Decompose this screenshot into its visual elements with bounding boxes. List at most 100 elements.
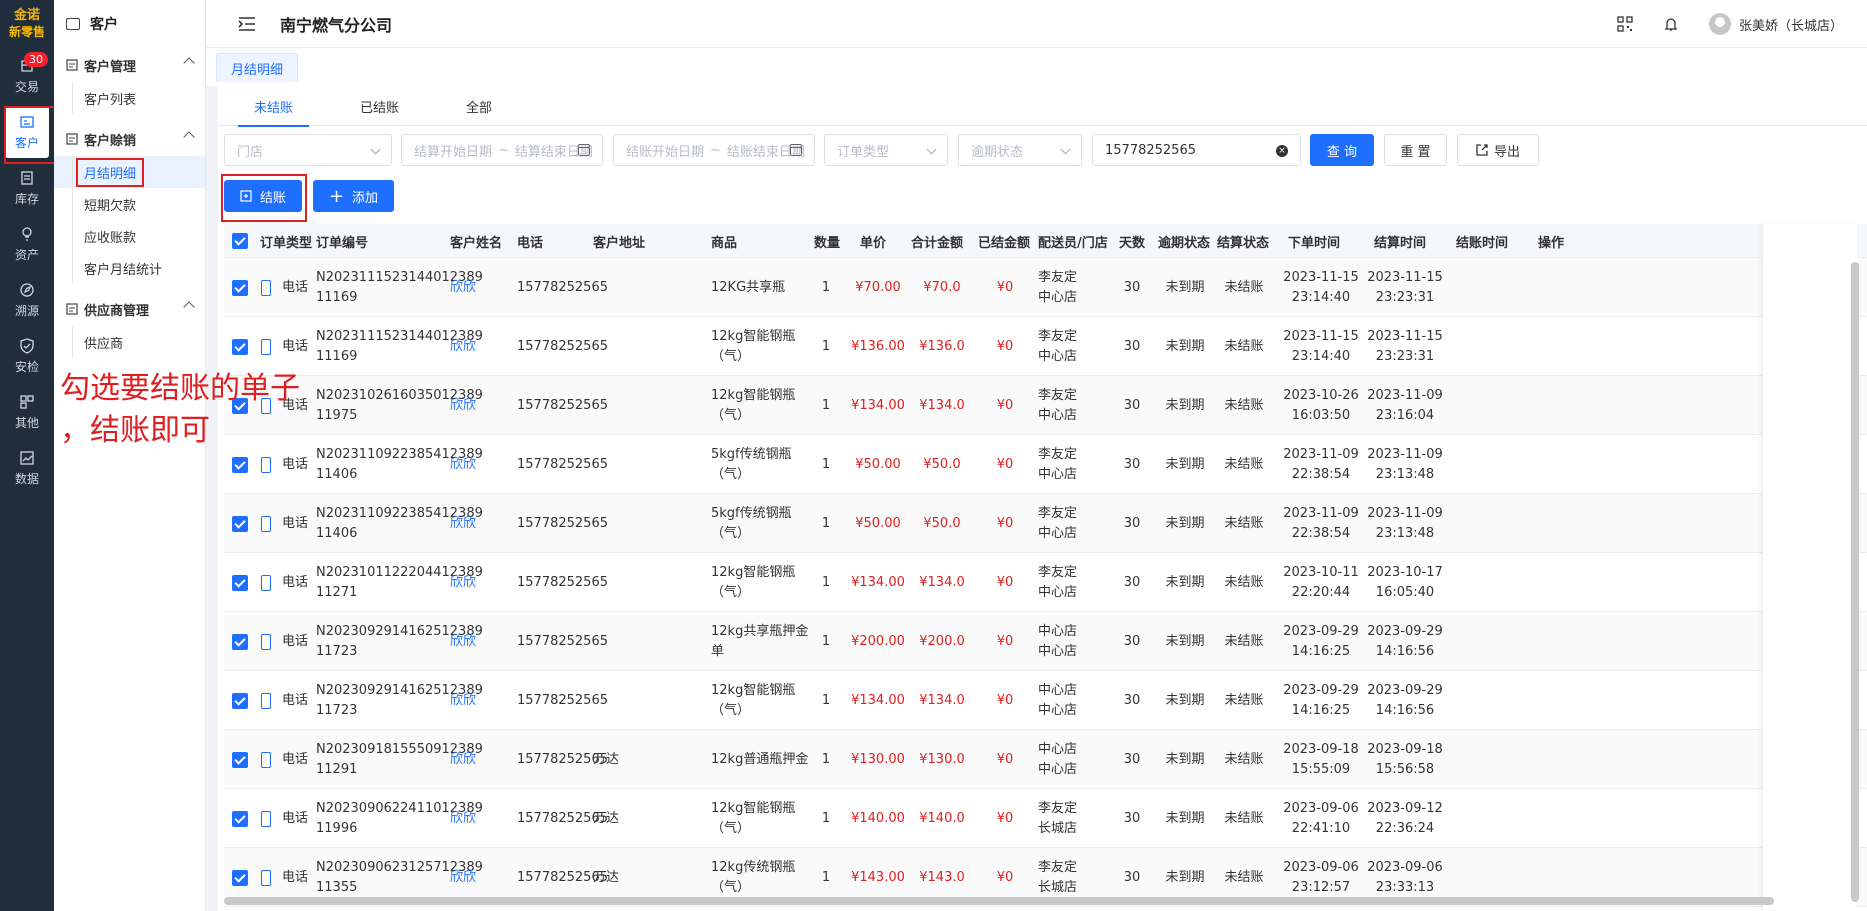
- customer-name-link[interactable]: 欣欣: [450, 789, 476, 848]
- rail-item-inventory[interactable]: 库存: [0, 160, 54, 216]
- goods: 12kg共享瓶押金单: [711, 612, 811, 671]
- settle-time: 2023-09-29 14:16:56: [1364, 671, 1446, 730]
- tag-monthly-detail[interactable]: 月结明细: [216, 53, 299, 82]
- table-row[interactable]: 电话 N2023111523144012389 11169 欣欣 15778252…: [224, 317, 1867, 376]
- row-checkbox[interactable]: [232, 494, 248, 553]
- row-checkbox[interactable]: [232, 612, 248, 671]
- query-button[interactable]: 查 询: [1310, 134, 1374, 166]
- close-date-range[interactable]: 结账开始日期 ~ 结账结束日期: [613, 134, 815, 166]
- staff-store: 李友定 中心店: [1038, 376, 1077, 435]
- order-type-select[interactable]: 订单类型: [824, 134, 948, 166]
- menu-group-label: 客户赊销: [84, 133, 137, 149]
- table-row[interactable]: 电话 N2023111523144012389 11169 欣欣 15778252…: [224, 258, 1867, 317]
- row-checkbox[interactable]: [232, 671, 248, 730]
- table-row[interactable]: 电话 N2023092914162512389 11723 欣欣 15778252…: [224, 612, 1867, 671]
- submenu-item[interactable]: 供应商: [54, 326, 205, 358]
- customer-phone: 15778252565: [517, 397, 608, 413]
- order-number-part2: 11406: [316, 525, 358, 541]
- customer-name-link[interactable]: 欣欣: [450, 730, 476, 789]
- annotation-line1: 勾选要结账的单子: [60, 371, 300, 406]
- unit-price: ¥134.00: [851, 692, 905, 708]
- order-type: 电话: [282, 692, 309, 708]
- submenu-item[interactable]: 应收账款: [54, 220, 205, 252]
- tab-unsettled[interactable]: 未结账: [237, 86, 310, 127]
- tab-all[interactable]: 全部: [466, 86, 492, 126]
- collapse-menu-icon[interactable]: [238, 16, 256, 31]
- rail-item-other[interactable]: 其他: [0, 384, 54, 440]
- customer-name-link[interactable]: 欣欣: [450, 376, 476, 435]
- qrcode-icon[interactable]: [1617, 16, 1633, 32]
- row-checkbox[interactable]: [232, 789, 248, 848]
- row-checkbox[interactable]: [232, 553, 248, 612]
- submenu-item[interactable]: 客户月结统计: [54, 252, 205, 284]
- staff-store: 李友定 长城店: [1038, 789, 1077, 848]
- horizontal-scrollbar[interactable]: [224, 897, 1774, 905]
- goods-line1: 12kg普通瓶押金: [711, 751, 809, 767]
- row-checkbox[interactable]: [232, 730, 248, 789]
- goods-line1: 12kg智能钢瓶: [711, 682, 796, 698]
- select-all-checkbox[interactable]: [232, 224, 248, 258]
- reset-button[interactable]: 重 置: [1384, 134, 1447, 166]
- vertical-scrollbar[interactable]: [1851, 262, 1859, 902]
- rail-item-trade[interactable]: 交易 30: [0, 48, 54, 104]
- supplier-icon: [66, 303, 78, 315]
- store-select[interactable]: 门店: [224, 134, 392, 166]
- avatar[interactable]: [1708, 13, 1731, 35]
- settle-time: 2023-11-09 23:16:04: [1364, 376, 1446, 435]
- rail-item-data[interactable]: 数据: [0, 440, 54, 496]
- overdue-status: 未到期: [1165, 279, 1205, 295]
- table-row[interactable]: 电话 N2023101122204412389 11271 欣欣 15778252…: [224, 553, 1867, 612]
- table-row[interactable]: 电话 N2023092914162512389 11723 欣欣 15778252…: [224, 671, 1867, 730]
- tab-settled[interactable]: 已结账: [360, 86, 399, 126]
- submenu-item[interactable]: 客户列表: [54, 82, 205, 114]
- bell-icon[interactable]: [1663, 16, 1679, 32]
- customer-name-link[interactable]: 欣欣: [450, 553, 476, 612]
- row-checkbox[interactable]: [232, 258, 248, 317]
- menu-group-0[interactable]: 客户管理: [54, 48, 205, 82]
- overdue-status: 未到期: [1165, 751, 1205, 767]
- user-name[interactable]: 张美娇（长城店）: [1739, 15, 1843, 34]
- table-row[interactable]: 电话 N2023102616035012389 11975 欣欣 15778252…: [224, 376, 1867, 435]
- phone-search-input[interactable]: 15778252565 ×: [1092, 134, 1301, 166]
- customer-name-link[interactable]: 欣欣: [450, 671, 476, 730]
- clear-icon[interactable]: ×: [1276, 145, 1288, 157]
- table-row[interactable]: 电话 N2023110922385412389 11406 欣欣 15778252…: [224, 494, 1867, 553]
- days: 30: [1123, 279, 1141, 295]
- customer-name-link[interactable]: 欣欣: [450, 494, 476, 553]
- overdue-select[interactable]: 逾期状态: [958, 134, 1082, 166]
- menu-group-2[interactable]: 供应商管理: [54, 292, 205, 326]
- customer-phone: 15778252565: [517, 279, 608, 295]
- settle-status: 未结账: [1224, 692, 1264, 708]
- settle-date-range[interactable]: 结算开始日期 ~ 结算结束日期: [401, 134, 603, 166]
- add-button[interactable]: + 添加: [313, 180, 394, 212]
- rail-item-asset[interactable]: 资产: [0, 216, 54, 272]
- menu-group-1[interactable]: 客户赊销: [54, 122, 205, 156]
- order-type: 电话: [282, 633, 309, 649]
- order-clock: 22:38:54: [1291, 525, 1351, 541]
- order-type-placeholder: 订单类型: [837, 144, 890, 160]
- submenu-item[interactable]: 短期欠款: [54, 188, 205, 220]
- staff-line1: 李友定: [1038, 859, 1078, 875]
- settle-clock: 15:56:58: [1375, 761, 1435, 777]
- goods-line1: 12kg智能钢瓶: [711, 387, 796, 403]
- unit-price: ¥50.00: [855, 515, 901, 531]
- overdue-status: 未到期: [1165, 574, 1205, 590]
- content-card: 未结账 已结账 全部 门店 结算开始日期 ~ 结算结束日期 结账开始日期 ~ 结…: [218, 86, 1867, 911]
- customer-name-link[interactable]: 欣欣: [450, 435, 476, 494]
- customer-name-link[interactable]: 欣欣: [450, 612, 476, 671]
- order-date: 2023-10-26: [1283, 387, 1359, 403]
- customer-name-link[interactable]: 欣欣: [450, 258, 476, 317]
- table-row[interactable]: 电话 N2023090622411012389 11996 欣欣 15778252…: [224, 789, 1867, 848]
- table-row[interactable]: 电话 N2023110922385412389 11406 欣欣 15778252…: [224, 435, 1867, 494]
- submenu-item[interactable]: 月结明细: [54, 156, 205, 188]
- customer-name-link[interactable]: 欣欣: [450, 317, 476, 376]
- rail-item-trace[interactable]: 溯源: [0, 272, 54, 328]
- settle-time: 2023-09-12 22:36:24: [1364, 789, 1446, 848]
- menu-group-label: 客户管理: [84, 59, 137, 75]
- overdue-status: 未到期: [1165, 633, 1205, 649]
- rail-item-safety[interactable]: 安检: [0, 328, 54, 384]
- export-button[interactable]: 导出: [1457, 134, 1539, 166]
- table-row[interactable]: 电话 N2023091815550912389 11291 欣欣 15778252…: [224, 730, 1867, 789]
- chevron-up-icon: [183, 301, 195, 313]
- order-type: 电话: [282, 279, 309, 295]
